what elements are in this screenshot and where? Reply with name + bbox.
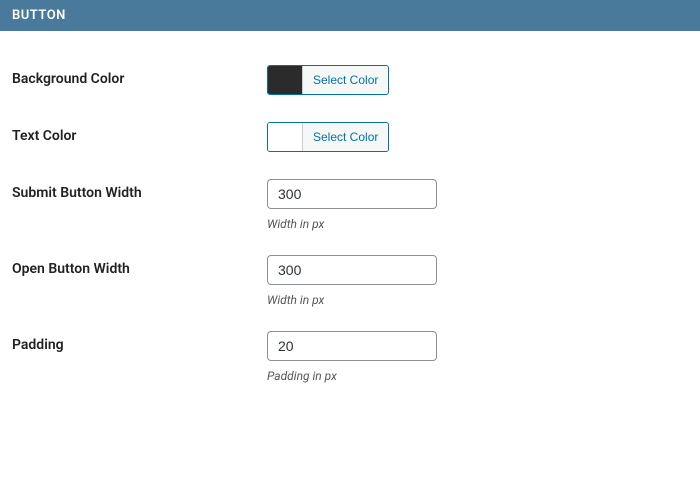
control-padding: Padding in px [267,331,688,383]
hint-padding: Padding in px [267,369,688,383]
row-text-color: Text Color Select Color [12,98,688,155]
control-submit-width: Width in px [267,179,688,231]
input-open-width[interactable] [267,255,437,285]
hint-open-width: Width in px [267,293,688,307]
label-text-color: Text Color [12,122,267,144]
row-submit-width: Submit Button Width Width in px [12,155,688,231]
select-color-button-text[interactable]: Select Color [302,123,388,151]
color-picker-background[interactable]: Select Color [267,65,389,95]
input-submit-width[interactable] [267,179,437,209]
label-background-color: Background Color [12,65,267,87]
row-padding: Padding Padding in px [12,307,688,383]
label-padding: Padding [12,331,267,353]
label-submit-width: Submit Button Width [12,179,267,201]
color-picker-text[interactable]: Select Color [267,122,389,152]
select-color-button-background[interactable]: Select Color [302,66,388,94]
row-background-color: Background Color Select Color [12,41,688,98]
input-padding[interactable] [267,331,437,361]
section-header: BUTTON [0,0,700,31]
color-swatch-text[interactable] [268,123,302,151]
color-swatch-background[interactable] [268,66,302,94]
section-title: BUTTON [12,8,66,23]
control-background-color: Select Color [267,65,688,98]
label-open-width: Open Button Width [12,255,267,277]
form-body: Background Color Select Color Text Color… [0,31,700,403]
control-text-color: Select Color [267,122,688,155]
hint-submit-width: Width in px [267,217,688,231]
row-open-width: Open Button Width Width in px [12,231,688,307]
control-open-width: Width in px [267,255,688,307]
